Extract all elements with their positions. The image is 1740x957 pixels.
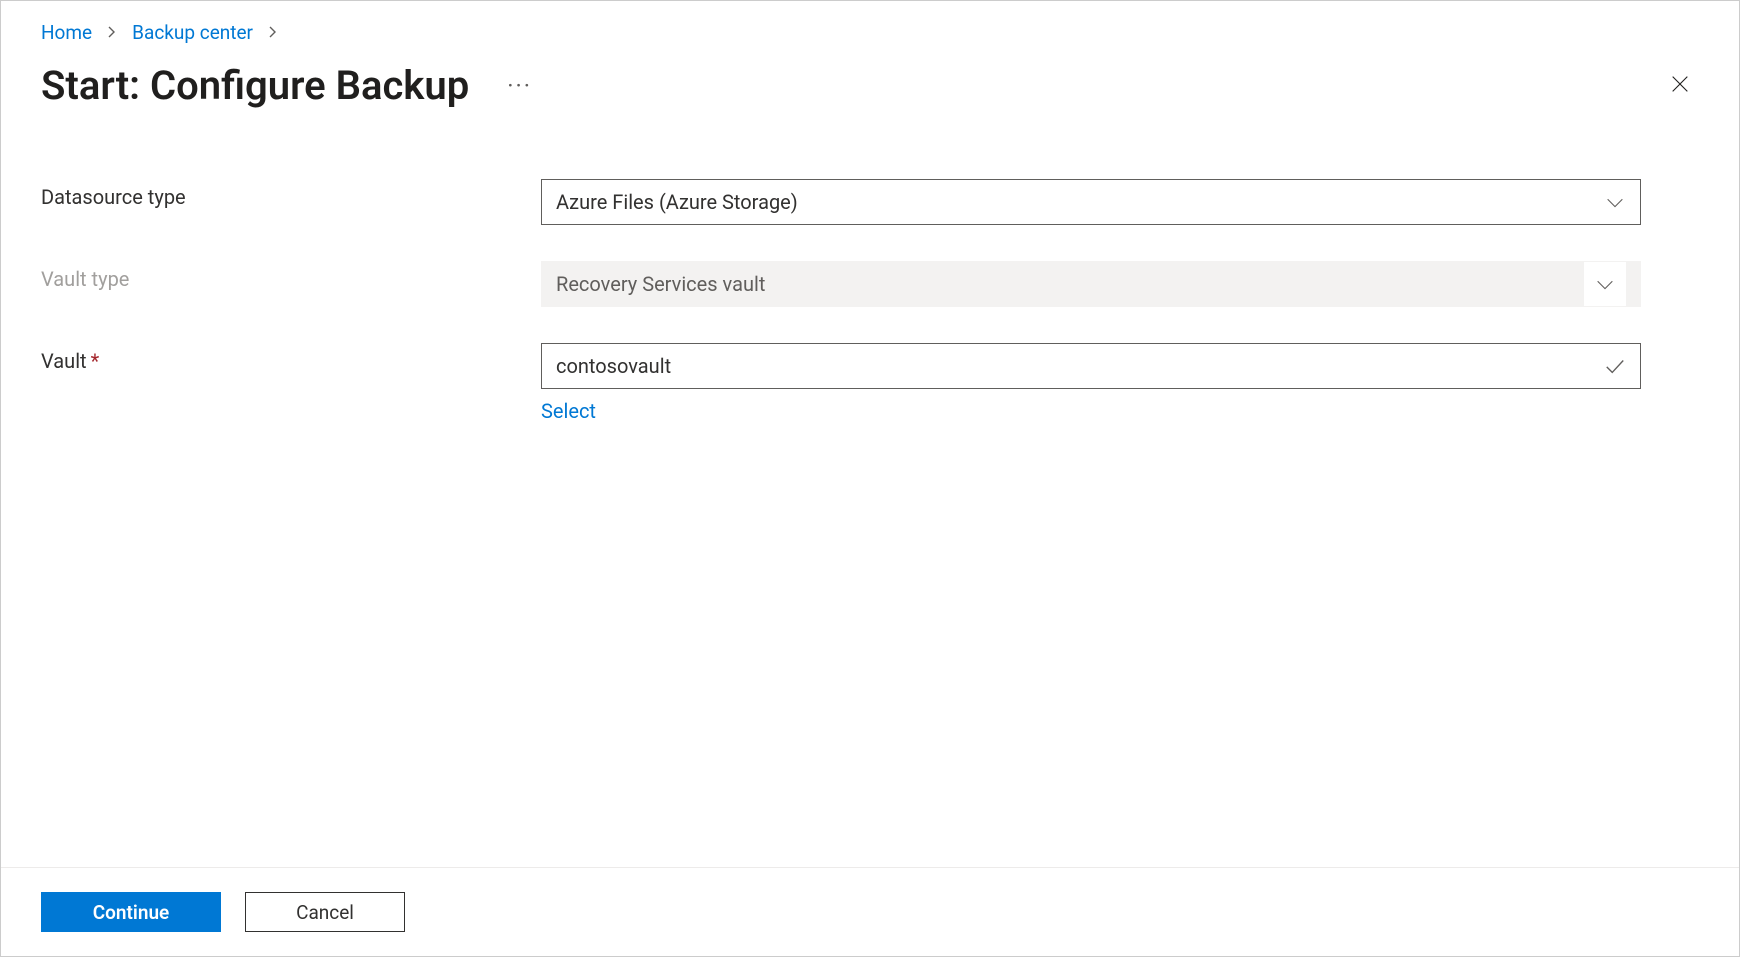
continue-button[interactable]: Continue <box>41 892 221 932</box>
vault-select[interactable]: contosovault <box>541 343 1641 389</box>
checkmark-icon <box>1604 355 1626 377</box>
vault-type-select: Recovery Services vault <box>541 261 1641 307</box>
page-title: Start: Configure Backup <box>41 62 469 109</box>
chevron-right-icon <box>267 22 279 43</box>
vault-label: Vault* <box>41 343 541 373</box>
close-icon <box>1669 73 1691 95</box>
breadcrumb-home[interactable]: Home <box>41 21 92 44</box>
vault-label-text: Vault <box>41 349 87 373</box>
vault-type-value: Recovery Services vault <box>556 272 1584 296</box>
required-indicator: * <box>91 349 100 373</box>
chevron-right-icon <box>106 22 118 43</box>
chevron-down-icon <box>1604 191 1626 213</box>
select-vault-link[interactable]: Select <box>541 399 596 423</box>
datasource-type-select[interactable]: Azure Files (Azure Storage) <box>541 179 1641 225</box>
chevron-down-icon <box>1584 262 1626 306</box>
more-actions-button[interactable]: ··· <box>499 68 540 104</box>
close-button[interactable] <box>1661 65 1699 107</box>
vault-type-label: Vault type <box>41 261 541 291</box>
datasource-type-label: Datasource type <box>41 179 541 209</box>
breadcrumb: Home Backup center <box>41 21 1699 44</box>
cancel-button[interactable]: Cancel <box>245 892 405 932</box>
breadcrumb-backup-center[interactable]: Backup center <box>132 21 253 44</box>
header-row: Start: Configure Backup ··· <box>41 62 1699 109</box>
datasource-type-value: Azure Files (Azure Storage) <box>556 190 1604 214</box>
footer: Continue Cancel <box>1 867 1739 956</box>
form-area: Datasource type Azure Files (Azure Stora… <box>41 179 1699 956</box>
vault-value: contosovault <box>556 354 1604 378</box>
